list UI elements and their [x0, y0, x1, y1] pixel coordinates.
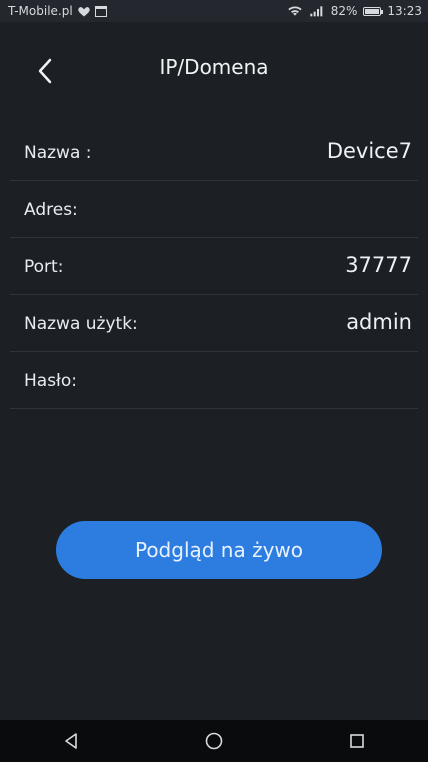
- field-label-port: Port:: [24, 257, 64, 277]
- field-value-username: admin: [346, 310, 412, 334]
- live-preview-button[interactable]: Podgląd na żywo: [56, 521, 382, 579]
- field-value-port: 37777: [345, 253, 412, 277]
- field-label-password: Hasło:: [24, 371, 78, 391]
- field-row-name[interactable]: Nazwa : Device7: [10, 124, 418, 181]
- carrier-label: T-Mobile.pl: [8, 4, 73, 18]
- field-value-name: Device7: [326, 139, 412, 163]
- field-label-address: Adres:: [24, 200, 78, 220]
- nav-recents-button[interactable]: [342, 726, 372, 756]
- field-row-password[interactable]: Hasło:: [10, 352, 418, 409]
- page-title: IP/Domena: [159, 55, 269, 79]
- field-row-address[interactable]: Adres:: [10, 181, 418, 238]
- device-form: Nazwa : Device7 Adres: Port: 37777 Nazwa…: [0, 124, 428, 409]
- home-circle-icon: [205, 732, 223, 750]
- signal-icon: [310, 6, 323, 17]
- calendar-icon: [94, 5, 107, 17]
- android-nav-bar: [0, 720, 428, 762]
- field-row-username[interactable]: Nazwa użytk: admin: [10, 295, 418, 352]
- clock: 13:23: [387, 4, 422, 18]
- wifi-icon: [288, 6, 302, 16]
- field-label-name: Nazwa :: [24, 143, 92, 163]
- status-bar: T-Mobile.pl 82% 13:23: [0, 0, 428, 22]
- nav-back-button[interactable]: [56, 726, 86, 756]
- field-label-username: Nazwa użytk:: [24, 314, 138, 334]
- back-triangle-icon: [65, 733, 78, 749]
- battery-icon: [363, 6, 384, 16]
- battery-percent: 82%: [330, 4, 358, 18]
- recents-square-icon: [349, 734, 364, 748]
- nav-home-button[interactable]: [199, 726, 229, 756]
- field-row-port[interactable]: Port: 37777: [10, 238, 418, 295]
- app-header: IP/Domena: [0, 22, 428, 118]
- heart-icon: [77, 6, 90, 16]
